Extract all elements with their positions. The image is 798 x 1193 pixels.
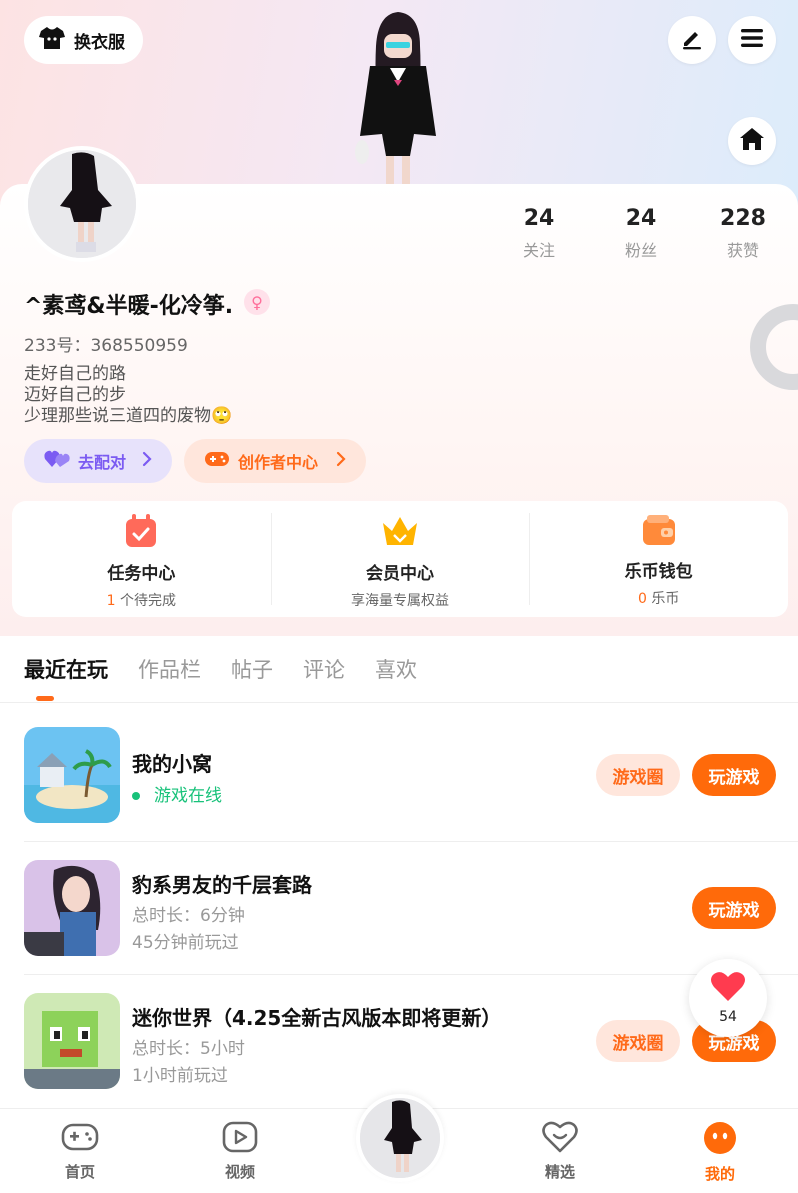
nav-video-label: 视频: [224, 1163, 255, 1181]
tab-comments[interactable]: 评论: [303, 654, 345, 684]
home-icon: [738, 126, 766, 156]
active-tab-indicator: [36, 696, 54, 701]
change-outfit-label: 换衣服: [74, 32, 125, 53]
shirt-icon: [38, 25, 66, 56]
game-last-played: 45分钟前玩过: [132, 933, 239, 953]
stat-following[interactable]: 24 关注: [499, 206, 579, 261]
task-center-link[interactable]: 任务中心 1 个待完成: [12, 501, 271, 617]
divider: [0, 702, 798, 703]
game-title: 豹系男友的千层套路: [132, 873, 312, 897]
stat-followers-count: 24: [625, 206, 657, 231]
bio-line: 走好自己的路: [24, 364, 126, 384]
game-list-item[interactable]: 我的小窝 游戏在线 游戏圈 玩游戏: [24, 708, 798, 842]
calendar-check-icon: [124, 513, 158, 553]
game-thumbnail[interactable]: [24, 993, 120, 1089]
go-match-label: 去配对: [78, 453, 127, 472]
play-game-button[interactable]: 玩游戏: [692, 887, 776, 929]
game-thumbnail[interactable]: [24, 727, 120, 823]
task-center-title: 任务中心: [107, 564, 176, 584]
game-list-item[interactable]: 豹系男友的千层套路 总时长：6分钟 45分钟前玩过 玩游戏: [24, 841, 798, 975]
crown-icon: [380, 513, 420, 553]
tab-recent-played[interactable]: 最近在玩: [24, 654, 108, 684]
task-center-sub: 1 个待完成: [107, 590, 176, 610]
game-list-item[interactable]: 迷你世界（4.25全新古风版本即将更新） 总时长：5小时 1小时前玩过 游戏圈 …: [24, 974, 798, 1108]
female-gender-icon: ♀: [244, 289, 270, 315]
wallet-link[interactable]: 乐币钱包 0 乐币: [529, 501, 788, 617]
username: ^素鸢&半暖-化冷筝.: [24, 294, 234, 319]
chevron-right-icon: [336, 451, 346, 471]
game-thumbnail[interactable]: [24, 860, 120, 956]
game-last-played: 1小时前玩过: [132, 1066, 228, 1086]
stat-likes-count: 228: [720, 206, 766, 231]
profile-tabs: 最近在玩 作品栏 帖子 评论 喜欢: [24, 654, 417, 684]
vip-center-title: 会员中心: [366, 564, 434, 584]
nav-home[interactable]: 首页: [40, 1121, 120, 1182]
user-avatar[interactable]: [24, 146, 140, 262]
creator-center-button[interactable]: 创作者中心: [184, 439, 366, 483]
user-bio: 走好自己的路 迈好自己的步 少理那些说三道四的废物🙄: [24, 364, 232, 427]
game-circle-button[interactable]: 游戏圈: [596, 1020, 680, 1062]
nav-mine-label: 我的: [704, 1165, 735, 1183]
gamepad-icon: [204, 449, 230, 473]
floating-like-button[interactable]: 54: [689, 959, 767, 1037]
game-total-time: 总时长：5小时: [132, 1039, 245, 1059]
go-match-button[interactable]: 去配对: [24, 439, 172, 483]
online-status-label: 游戏在线: [154, 786, 222, 806]
tab-likes[interactable]: 喜欢: [375, 654, 417, 684]
gamepad-icon: [61, 1121, 99, 1157]
profile-face-icon: [703, 1121, 737, 1159]
bio-line: 迈好自己的步: [24, 385, 126, 405]
home-button[interactable]: [728, 117, 776, 165]
nav-avatar-center-button[interactable]: [356, 1094, 444, 1182]
edit-profile-button[interactable]: [668, 16, 716, 64]
game-title: 迷你世界（4.25全新古风版本即将更新）: [132, 1006, 502, 1030]
nav-featured[interactable]: 精选: [520, 1121, 600, 1182]
heart-chat-icon: [542, 1121, 578, 1157]
game-circle-button[interactable]: 游戏圈: [596, 754, 680, 796]
vip-center-link[interactable]: 会员中心 享海量专属权益: [270, 501, 530, 617]
stat-followers-label: 粉丝: [624, 241, 657, 260]
coin-balance: 0: [637, 591, 647, 607]
pending-task-count: 1: [106, 593, 116, 609]
task-center-sub-text: 个待完成: [115, 593, 177, 609]
creator-center-label: 创作者中心: [238, 453, 319, 472]
menu-button[interactable]: [728, 16, 776, 64]
nav-featured-label: 精选: [544, 1163, 575, 1181]
nav-mine[interactable]: 我的: [680, 1121, 760, 1184]
online-dot-icon: [132, 792, 140, 800]
quick-links-card: 任务中心 1 个待完成 会员中心 享海量专属权益 乐币钱包 0 乐币: [12, 501, 788, 617]
stat-following-count: 24: [523, 206, 555, 231]
pencil-icon: [680, 26, 704, 54]
double-heart-icon: [44, 449, 70, 473]
nav-home-label: 首页: [64, 1163, 95, 1181]
play-video-icon: [222, 1121, 258, 1157]
stat-likes-label: 获赞: [726, 241, 759, 260]
stat-likes[interactable]: 228 获赞: [703, 206, 783, 261]
game-total-time: 总时长：6分钟: [132, 906, 245, 926]
bio-line: 少理那些说三道四的废物🙄: [24, 406, 233, 426]
wallet-sub: 0 乐币: [638, 588, 679, 608]
stat-following-label: 关注: [522, 241, 555, 260]
game-online-status: 游戏在线: [132, 781, 222, 806]
wallet-title: 乐币钱包: [624, 562, 693, 582]
nav-video[interactable]: 视频: [200, 1121, 280, 1182]
hamburger-menu-icon: [740, 27, 764, 53]
chevron-right-icon: [142, 451, 152, 471]
tab-works[interactable]: 作品栏: [138, 654, 201, 684]
3d-avatar-character[interactable]: [340, 6, 456, 186]
tab-posts[interactable]: 帖子: [231, 654, 273, 684]
play-game-button[interactable]: 玩游戏: [692, 754, 776, 796]
stat-followers[interactable]: 24 粉丝: [601, 206, 681, 261]
like-count: 54: [719, 1009, 737, 1025]
change-outfit-button[interactable]: 换衣服: [24, 16, 143, 64]
wallet-icon: [641, 513, 677, 551]
user-id[interactable]: 233号：368550959: [24, 331, 188, 356]
wallet-sub-text: 乐币: [646, 591, 680, 607]
vip-center-sub: 享海量专属权益: [351, 593, 449, 609]
game-title: 我的小窝: [132, 752, 212, 776]
heart-icon: [710, 971, 746, 1007]
